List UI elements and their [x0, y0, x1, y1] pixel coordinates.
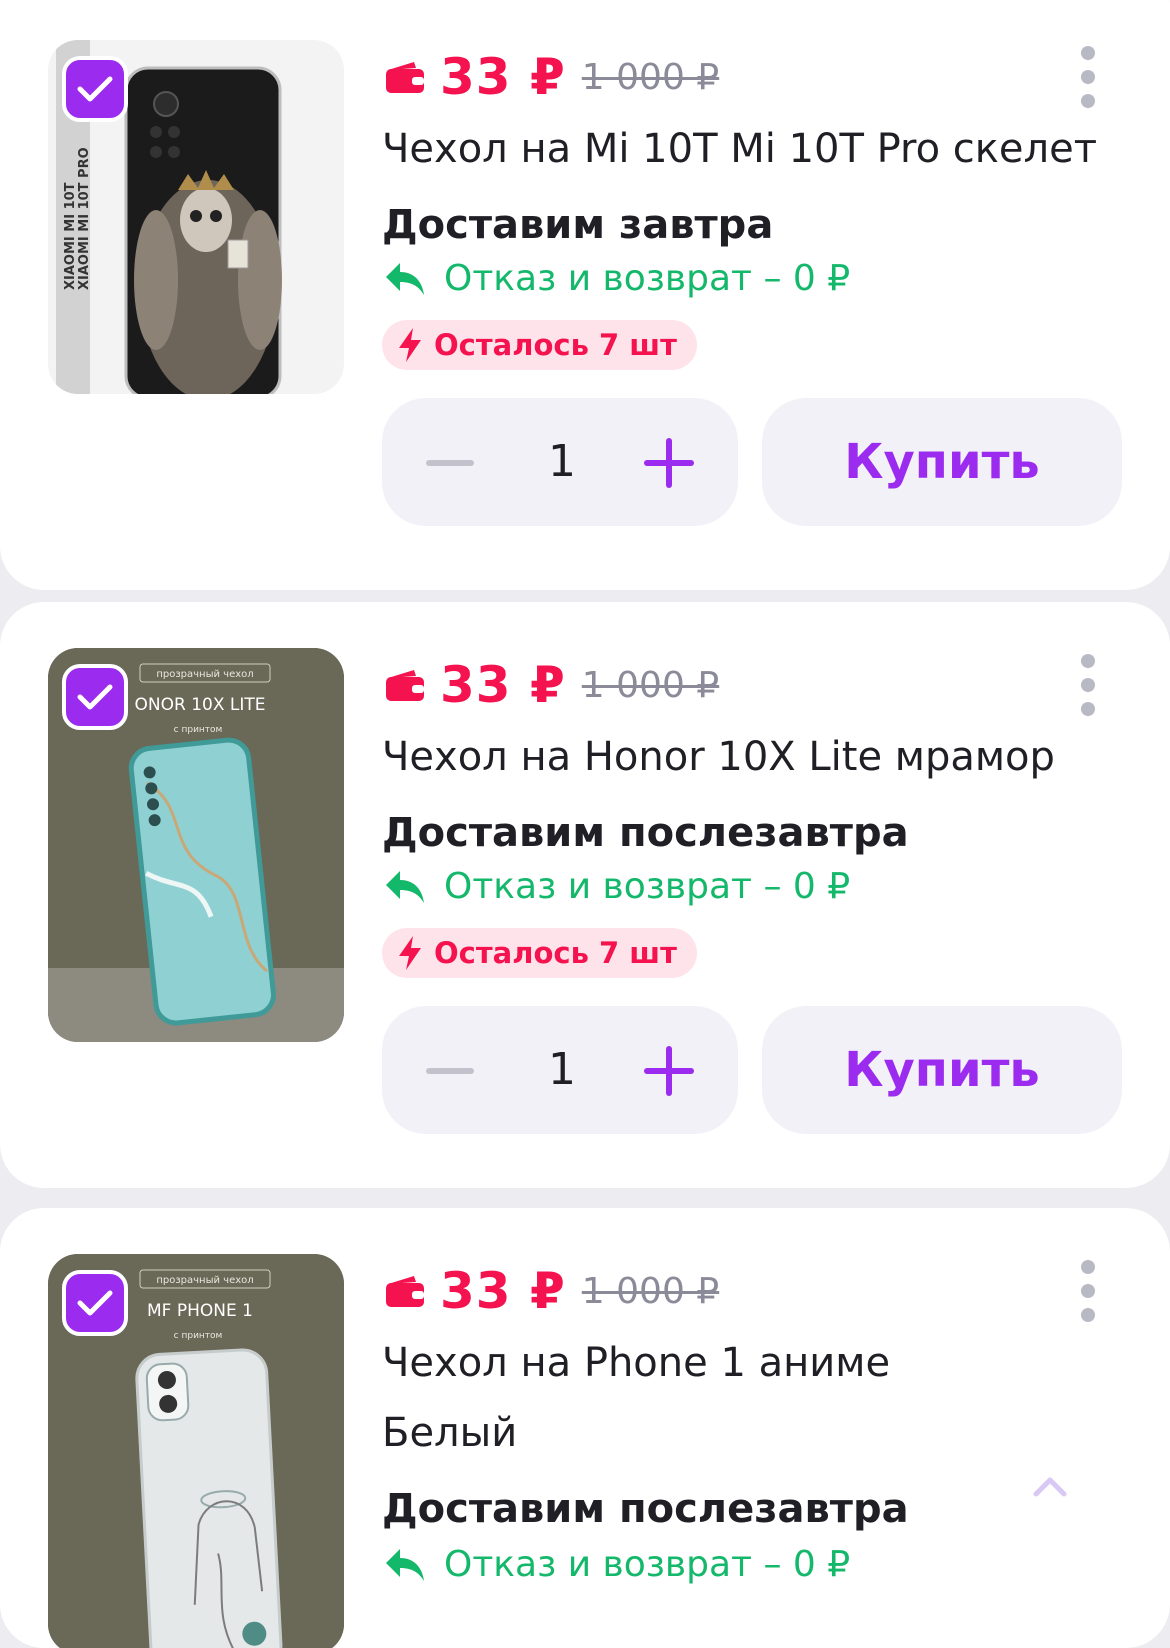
more-vertical-icon[interactable]	[1076, 46, 1100, 114]
image-sub-text: с принтом	[174, 725, 223, 735]
chevron-up-icon	[1033, 1477, 1067, 1497]
image-tag-text: прозрачный чехол	[156, 669, 253, 680]
more-vertical-icon[interactable]	[1076, 654, 1100, 722]
price-row: 33 ₽ 1 000 ₽	[384, 650, 719, 720]
return-info: Отказ и возврат – 0 ₽	[384, 866, 850, 907]
return-info: Отказ и возврат – 0 ₽	[384, 1544, 850, 1585]
image-model-text: ONOR 10X LITE	[135, 695, 266, 715]
wallet-icon	[386, 62, 424, 93]
return-arrow-icon	[386, 870, 424, 903]
delivery-text: Доставим послезавтра	[382, 1486, 909, 1532]
price-row: 33 ₽ 1 000 ₽	[384, 1256, 719, 1326]
product-card[interactable]: прозрачный чехол ONOR 10X LITE с принтом…	[0, 602, 1170, 1188]
product-variant: Белый	[382, 1410, 518, 1456]
delivery-text: Доставим завтра	[382, 202, 774, 248]
product-title[interactable]: Чехол на Honor 10X Lite мрамор	[382, 734, 1055, 780]
product-title[interactable]: Чехол на Mi 10T Mi 10T Pro скелет	[382, 126, 1097, 172]
wallet-icon	[386, 670, 424, 701]
return-info: Отказ и возврат – 0 ₽	[384, 258, 850, 299]
checkbox-checked-icon[interactable]	[62, 1270, 128, 1336]
return-text: Отказ и возврат – 0 ₽	[444, 1544, 851, 1585]
return-text: Отказ и возврат – 0 ₽	[444, 258, 851, 299]
old-price: 1 000 ₽	[581, 664, 720, 706]
price: 33 ₽	[440, 1262, 566, 1320]
buy-button[interactable]: Купить	[762, 1006, 1122, 1134]
price-row: 33 ₽ 1 000 ₽	[384, 42, 719, 112]
price: 33 ₽	[440, 48, 566, 106]
old-price: 1 000 ₽	[581, 1270, 720, 1312]
image-sub-text: с принтом	[174, 1331, 223, 1341]
return-arrow-icon	[386, 1548, 424, 1581]
return-text: Отказ и возврат – 0 ₽	[444, 866, 851, 907]
plus-button[interactable]	[644, 438, 694, 488]
plus-button[interactable]	[644, 1046, 694, 1096]
product-card[interactable]: XIAOMI MI 10T XIAOMI MI 10T PRO 33 ₽ 1 0…	[0, 0, 1170, 590]
quantity-value: 1	[548, 436, 576, 487]
buy-button[interactable]: Купить	[762, 398, 1122, 526]
checkbox-checked-icon[interactable]	[62, 56, 128, 122]
product-title[interactable]: Чехол на Phone 1 аниме	[382, 1340, 890, 1386]
delivery-text: Доставим послезавтра	[382, 810, 909, 856]
stock-text: Осталось 7 шт	[434, 936, 677, 970]
image-tag-text: прозрачный чехол	[156, 1275, 253, 1286]
lightning-icon	[399, 936, 421, 970]
quantity-value: 1	[548, 1044, 576, 1095]
return-arrow-icon	[386, 262, 424, 295]
image-model-text: MF PHONE 1	[147, 1301, 253, 1321]
old-price: 1 000 ₽	[581, 56, 720, 98]
more-vertical-icon[interactable]	[1076, 1260, 1100, 1328]
image-side-text: XIAOMI MI 10T	[63, 182, 78, 290]
image-side-text: XIAOMI MI 10T PRO	[77, 147, 92, 290]
stock-badge: Осталось 7 шт	[382, 320, 697, 370]
stock-text: Осталось 7 шт	[434, 328, 677, 362]
minus-button[interactable]	[426, 1068, 474, 1074]
stock-badge: Осталось 7 шт	[382, 928, 697, 978]
checkbox-checked-icon[interactable]	[62, 664, 128, 730]
scroll-top-button[interactable]	[962, 1426, 1142, 1606]
quantity-stepper: 1	[382, 398, 738, 526]
lightning-icon	[399, 328, 421, 362]
quantity-stepper: 1	[382, 1006, 738, 1134]
price: 33 ₽	[440, 656, 566, 714]
wallet-icon	[386, 1276, 424, 1307]
minus-button[interactable]	[426, 460, 474, 466]
